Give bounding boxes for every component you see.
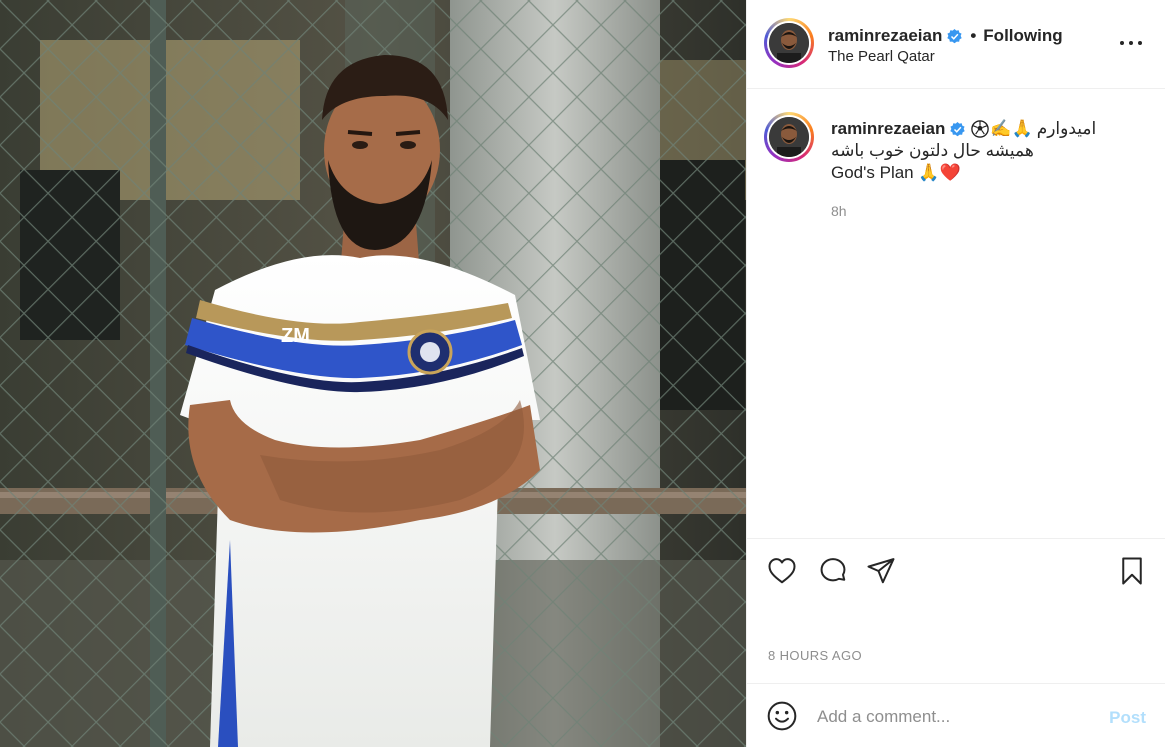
smiley-icon[interactable]: [766, 700, 798, 732]
author-avatar[interactable]: [764, 18, 814, 68]
comment-input[interactable]: [817, 702, 1097, 732]
more-options-button[interactable]: [1120, 32, 1142, 54]
post-caption: raminrezaeian ✍️🙏 امیدوارم همیشه حال دلت…: [747, 90, 1165, 538]
caption-timestamp[interactable]: 8h: [831, 203, 847, 219]
comment-button[interactable]: [817, 555, 849, 587]
post-actions-bar: [747, 538, 1165, 604]
caption-username[interactable]: raminrezaeian: [831, 118, 945, 140]
photo-illustration: ZM: [0, 0, 746, 747]
caption-author-avatar[interactable]: [764, 112, 814, 162]
caption-line2-text: همیشه حال دلتون خوب باشه: [831, 141, 1034, 160]
post-comment-button[interactable]: Post: [1109, 708, 1146, 728]
following-button[interactable]: Following: [983, 26, 1062, 46]
caption-first-line: raminrezaeian ✍️🙏 امیدوارم: [831, 118, 1151, 140]
avatar-border: [767, 21, 811, 65]
caption-line3-text: God's Plan: [831, 163, 914, 182]
avatar-border: [767, 115, 811, 159]
verified-badge-icon: [947, 28, 963, 43]
avatar-image: [769, 117, 809, 157]
bookmark-icon: [1122, 557, 1142, 585]
soccer-ball-emoji-icon: [971, 120, 990, 138]
post-side-panel: raminrezaeian • Following The Pearl Qata…: [746, 0, 1165, 747]
more-horizontal-icon-dot: [1120, 41, 1124, 45]
comment-form: Post: [747, 683, 1165, 747]
caption-line3-emojis: 🙏❤️: [918, 163, 961, 182]
post-photo[interactable]: ZM: [0, 0, 746, 747]
like-button[interactable]: [766, 555, 798, 587]
caption-line3: God's Plan 🙏❤️: [831, 162, 1151, 184]
post-header: raminrezaeian • Following The Pearl Qata…: [747, 0, 1165, 89]
paper-plane-icon: [867, 558, 895, 584]
author-line: raminrezaeian • Following: [828, 26, 1063, 46]
post-location[interactable]: The Pearl Qatar: [828, 48, 935, 65]
verified-badge-icon: [950, 121, 966, 136]
more-horizontal-icon-dot: [1129, 41, 1133, 45]
share-button[interactable]: [865, 555, 897, 587]
more-horizontal-icon-dot: [1138, 41, 1142, 45]
separator-dot: •: [970, 26, 977, 45]
avatar-image: [769, 23, 809, 63]
svg-text:ZM: ZM: [281, 325, 310, 347]
author-username[interactable]: raminrezaeian: [828, 26, 942, 46]
caption-text-block: raminrezaeian ✍️🙏 امیدوارم همیشه حال دلت…: [831, 118, 1151, 184]
comment-icon: [820, 558, 846, 582]
caption-line1-emojis: ✍️🙏: [990, 119, 1033, 138]
save-button[interactable]: [1116, 555, 1148, 587]
heart-icon: [768, 558, 796, 584]
caption-line1-text: امیدوارم: [1036, 119, 1097, 138]
posted-time-label[interactable]: 8 HOURS AGO: [768, 648, 862, 663]
